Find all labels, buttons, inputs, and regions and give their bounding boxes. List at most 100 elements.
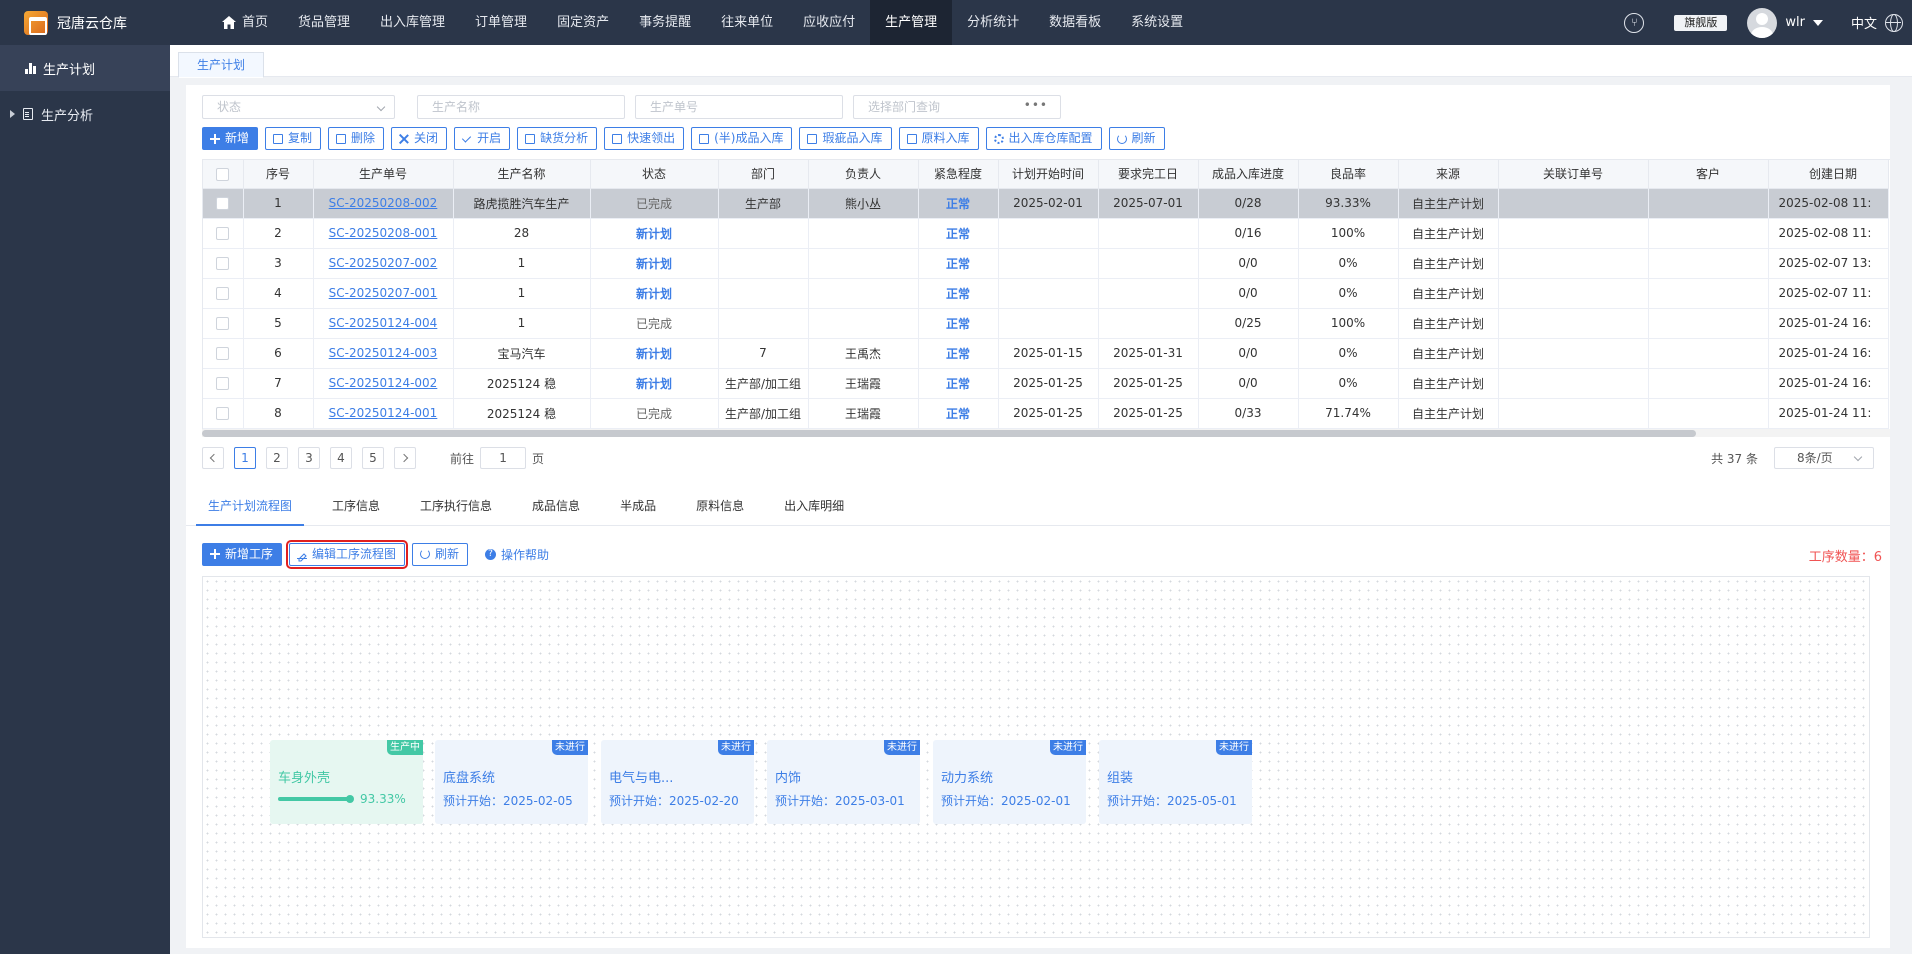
- table-row[interactable]: 7 SC-20250124-002 2025124 稳 新计划 生产部/加工组 王瑞霞 正常…: [203, 368, 1889, 399]
- production-name-input[interactable]: 生产名称: [417, 95, 625, 119]
- tab-material-info[interactable]: 原料信息: [684, 488, 756, 526]
- select-all-checkbox[interactable]: [216, 167, 230, 181]
- status-select[interactable]: 状态: [202, 95, 395, 119]
- table-cell[interactable]: SC-20250208-001: [313, 218, 454, 249]
- sidebar-item-production-plan[interactable]: 生产计划: [0, 45, 170, 91]
- refresh-button[interactable]: 刷新: [1108, 127, 1165, 150]
- table-cell[interactable]: SC-20250124-004: [313, 308, 454, 339]
- row-select-cell[interactable]: [203, 398, 244, 429]
- process-node[interactable]: 未进行 底盘系统 预计开始：2025-02-05: [435, 740, 588, 824]
- app-logo[interactable]: 冠唐云仓库: [0, 0, 170, 45]
- product-inbound-button[interactable]: (半)成品入库: [691, 127, 793, 150]
- prev-page-button[interactable]: [202, 447, 224, 469]
- delete-button[interactable]: 删除: [328, 127, 385, 150]
- tab-production-plan[interactable]: 生产计划: [178, 52, 265, 78]
- page-button[interactable]: 4: [330, 447, 352, 469]
- nav-item-home[interactable]: 首页: [207, 0, 283, 45]
- row-select-cell[interactable]: [203, 308, 244, 339]
- row-select-cell[interactable]: [203, 188, 244, 219]
- production-number-link[interactable]: SC-20250124-001: [329, 406, 438, 420]
- user-name[interactable]: wlr: [1785, 15, 1805, 30]
- nav-item-production[interactable]: 生产管理: [870, 0, 953, 45]
- page-button[interactable]: 3: [298, 447, 320, 469]
- nav-item-settings[interactable]: 系统设置: [1116, 0, 1198, 45]
- row-checkbox[interactable]: [216, 377, 230, 390]
- close-button[interactable]: 关闭: [391, 127, 448, 150]
- plugin-icon[interactable]: ⑂: [1624, 12, 1645, 33]
- table-row[interactable]: 4 SC-20250207-001 1 新计划 正常 0/0 0% 自主生产计划 2025-02…: [203, 278, 1889, 309]
- row-select-cell[interactable]: [203, 278, 244, 309]
- production-number-link[interactable]: SC-20250124-004: [329, 316, 438, 330]
- table-cell[interactable]: SC-20250124-002: [313, 368, 454, 399]
- production-number-link[interactable]: SC-20250124-003: [329, 346, 438, 360]
- production-number-link[interactable]: SC-20250208-002: [329, 196, 438, 210]
- defect-inbound-button[interactable]: 瑕疵品入库: [799, 127, 892, 150]
- department-select[interactable]: 选择部门查询 •••: [853, 95, 1061, 119]
- process-node[interactable]: 未进行 组装 预计开始：2025-05-01: [1099, 740, 1252, 824]
- open-button[interactable]: 开启: [454, 127, 511, 150]
- tab-semi-product[interactable]: 半成品: [608, 488, 668, 526]
- avatar[interactable]: [1747, 7, 1778, 38]
- table-row[interactable]: 1 SC-20250208-002 路虎揽胜汽车生产 已完成 生产部 熊小丛 正常 2025-…: [203, 188, 1889, 219]
- language-switch[interactable]: 中文: [1851, 13, 1877, 32]
- tab-process-info[interactable]: 工序信息: [320, 488, 392, 526]
- tab-flow-chart[interactable]: 生产计划流程图: [196, 488, 305, 526]
- production-number-input[interactable]: 生产单号: [635, 95, 843, 119]
- row-checkbox[interactable]: [216, 227, 230, 240]
- nav-item-receivables[interactable]: 应收应付: [788, 0, 870, 45]
- row-select-cell[interactable]: [203, 218, 244, 249]
- nav-item-inout[interactable]: 出入库管理: [365, 0, 460, 45]
- quick-pick-button[interactable]: 快速领出: [604, 127, 685, 150]
- add-process-button[interactable]: 新增工序: [202, 542, 283, 566]
- row-checkbox[interactable]: [216, 257, 230, 270]
- help-link[interactable]: ? 操作帮助: [485, 546, 549, 563]
- process-node[interactable]: 未进行 内饰 预计开始：2025-03-01: [767, 740, 920, 824]
- table-cell[interactable]: SC-20250124-001: [313, 398, 454, 429]
- row-select-cell[interactable]: [203, 248, 244, 279]
- production-number-link[interactable]: SC-20250207-002: [329, 256, 438, 270]
- table-row[interactable]: 3 SC-20250207-002 1 新计划 正常 0/0 0% 自主生产计划 2025-02…: [203, 248, 1889, 279]
- production-number-link[interactable]: SC-20250208-001: [329, 226, 438, 240]
- tab-product-info[interactable]: 成品信息: [520, 488, 592, 526]
- table-row[interactable]: 5 SC-20250124-004 1 已完成 正常 0/25 100% 自主生产计划 2025…: [203, 308, 1889, 339]
- page-button[interactable]: 5: [362, 447, 384, 469]
- row-select-cell[interactable]: [203, 368, 244, 399]
- page-size-select[interactable]: 8条/页: [1774, 447, 1874, 469]
- sidebar-item-production-analysis[interactable]: 生产分析: [0, 91, 170, 137]
- scrollbar-thumb[interactable]: [202, 430, 1696, 437]
- row-checkbox[interactable]: [216, 197, 230, 210]
- nav-item-orders[interactable]: 订单管理: [460, 0, 542, 45]
- table-row[interactable]: 2 SC-20250208-001 28 新计划 正常 0/16 100% 自主生产计划 202…: [203, 218, 1889, 249]
- row-checkbox[interactable]: [216, 317, 230, 330]
- table-cell[interactable]: SC-20250124-003: [313, 338, 454, 369]
- row-checkbox[interactable]: [216, 287, 230, 300]
- page-button[interactable]: 1: [234, 447, 256, 469]
- caret-down-icon[interactable]: [1812, 19, 1823, 26]
- goto-page-input[interactable]: 1: [480, 447, 527, 469]
- material-inbound-button[interactable]: 原料入库: [898, 127, 979, 150]
- row-select-cell[interactable]: [203, 338, 244, 369]
- table-row[interactable]: 6 SC-20250124-003 宝马汽车 新计划 7 王禹杰 正常 2025-01-15 2…: [203, 338, 1889, 369]
- horizontal-scrollbar[interactable]: [202, 429, 1890, 437]
- tab-process-exec[interactable]: 工序执行信息: [408, 488, 504, 526]
- flow-refresh-button[interactable]: 刷新: [412, 542, 469, 566]
- globe-icon[interactable]: [1885, 13, 1903, 32]
- process-node[interactable]: 生产中 车身外壳 93.33%: [270, 740, 423, 824]
- nav-item-goods[interactable]: 货品管理: [283, 0, 365, 45]
- add-button[interactable]: 新增: [202, 127, 259, 150]
- nav-item-analytics[interactable]: 分析统计: [952, 0, 1034, 45]
- row-checkbox[interactable]: [216, 407, 230, 420]
- copy-button[interactable]: 复制: [265, 127, 322, 150]
- flow-canvas[interactable]: 生产中 车身外壳 93.33% 未进行 底盘系统 预计开始：2025-02-05…: [202, 576, 1870, 938]
- select-all-cell[interactable]: [203, 160, 244, 189]
- table-cell[interactable]: SC-20250208-002: [313, 188, 454, 219]
- page-button[interactable]: 2: [266, 447, 288, 469]
- table-cell[interactable]: SC-20250207-002: [313, 248, 454, 279]
- edit-flow-button[interactable]: 编辑工序流程图: [286, 539, 409, 569]
- shortage-analysis-button[interactable]: 缺货分析: [517, 127, 598, 150]
- nav-item-partners[interactable]: 往来单位: [706, 0, 788, 45]
- next-page-button[interactable]: [394, 447, 416, 469]
- warehouse-config-button[interactable]: 出入库仓库配置: [985, 127, 1102, 150]
- table-cell[interactable]: SC-20250207-001: [313, 278, 454, 309]
- table-row[interactable]: 8 SC-20250124-001 2025124 稳 已完成 生产部/加工组 王瑞霞 正常…: [203, 398, 1889, 429]
